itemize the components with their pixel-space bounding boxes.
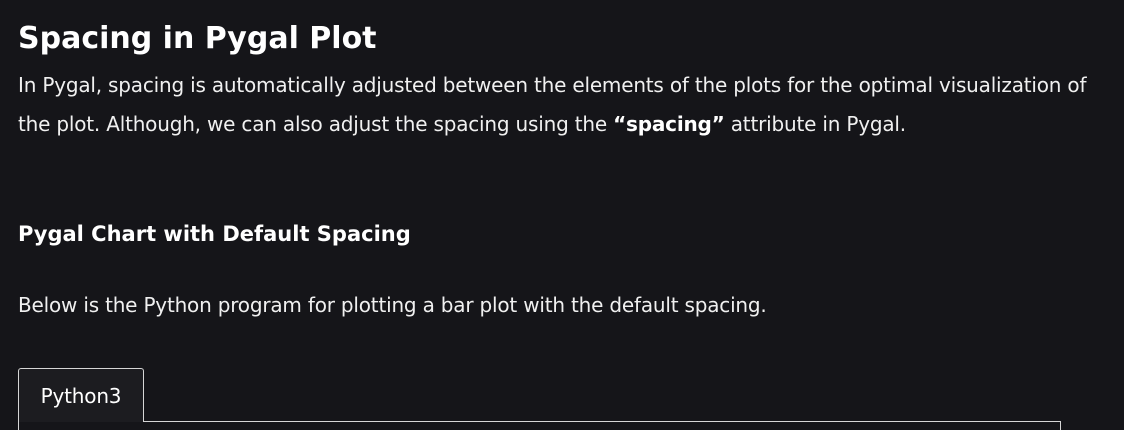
section-description: Below is the Python program for plotting…: [18, 293, 767, 317]
intro-paragraph: In Pygal, spacing is automatically adjus…: [18, 66, 1098, 143]
intro-text-start: In Pygal, spacing is automatically adjus…: [18, 73, 1087, 136]
page-title: Spacing in Pygal Plot: [18, 21, 377, 56]
intro-text-end: attribute in Pygal.: [724, 111, 906, 136]
spacing-attribute-emphasis: “spacing”: [613, 111, 725, 136]
section-heading: Pygal Chart with Default Spacing: [18, 222, 411, 246]
code-block: Python3: [18, 368, 1061, 430]
code-panel: [18, 422, 1061, 430]
tab-python3[interactable]: Python3: [18, 368, 144, 422]
